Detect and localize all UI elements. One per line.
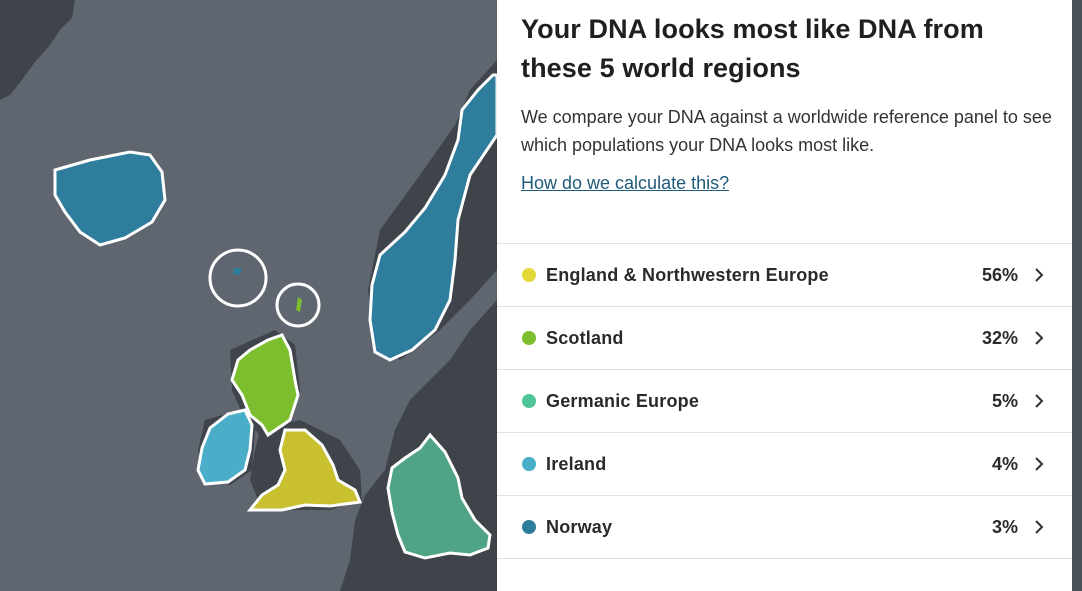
region-percent: 32% bbox=[981, 327, 1018, 348]
region-percent: 3% bbox=[991, 516, 1018, 537]
region-row-germanic-europe[interactable]: Germanic Europe 5% bbox=[497, 370, 1072, 433]
region-percent: 5% bbox=[991, 390, 1018, 411]
chevron-right-icon bbox=[1032, 457, 1046, 471]
region-percent: 56% bbox=[981, 264, 1018, 285]
region-color-dot bbox=[522, 457, 536, 471]
chevron-right-icon bbox=[1032, 520, 1046, 534]
region-name: Scotland bbox=[546, 327, 624, 348]
region-color-dot bbox=[522, 520, 536, 534]
region-name: Norway bbox=[546, 516, 613, 537]
region-row-scotland[interactable]: Scotland 32% bbox=[497, 307, 1072, 370]
panel-header: Your DNA looks most like DNA from these … bbox=[497, 0, 1072, 243]
panel-title: Your DNA looks most like DNA from these … bbox=[521, 14, 984, 83]
region-row-ireland[interactable]: Ireland 4% bbox=[497, 433, 1072, 496]
chevron-right-icon bbox=[1032, 268, 1046, 282]
region-percent: 4% bbox=[991, 453, 1018, 474]
region-color-dot bbox=[522, 331, 536, 345]
panel-description: We compare your DNA against a worldwide … bbox=[521, 107, 1052, 155]
map-land-east-edge bbox=[1072, 0, 1082, 591]
region-row-norway[interactable]: Norway 3% bbox=[497, 496, 1072, 559]
how-calculated-link[interactable]: How do we calculate this? bbox=[521, 171, 729, 195]
chevron-right-icon bbox=[1032, 394, 1046, 408]
region-row-england[interactable]: England & Northwestern Europe 56% bbox=[497, 244, 1072, 307]
region-color-dot bbox=[522, 394, 536, 408]
region-name: Germanic Europe bbox=[546, 390, 700, 411]
region-name: England & Northwestern Europe bbox=[546, 264, 829, 285]
dna-ethnicity-view: Your DNA looks most like DNA from these … bbox=[0, 0, 1082, 591]
region-color-dot bbox=[522, 268, 536, 282]
region-list: England & Northwestern Europe 56% Scotla… bbox=[497, 243, 1072, 559]
region-name: Ireland bbox=[546, 453, 607, 474]
chevron-right-icon bbox=[1032, 331, 1046, 345]
results-panel: Your DNA looks most like DNA from these … bbox=[497, 0, 1072, 591]
